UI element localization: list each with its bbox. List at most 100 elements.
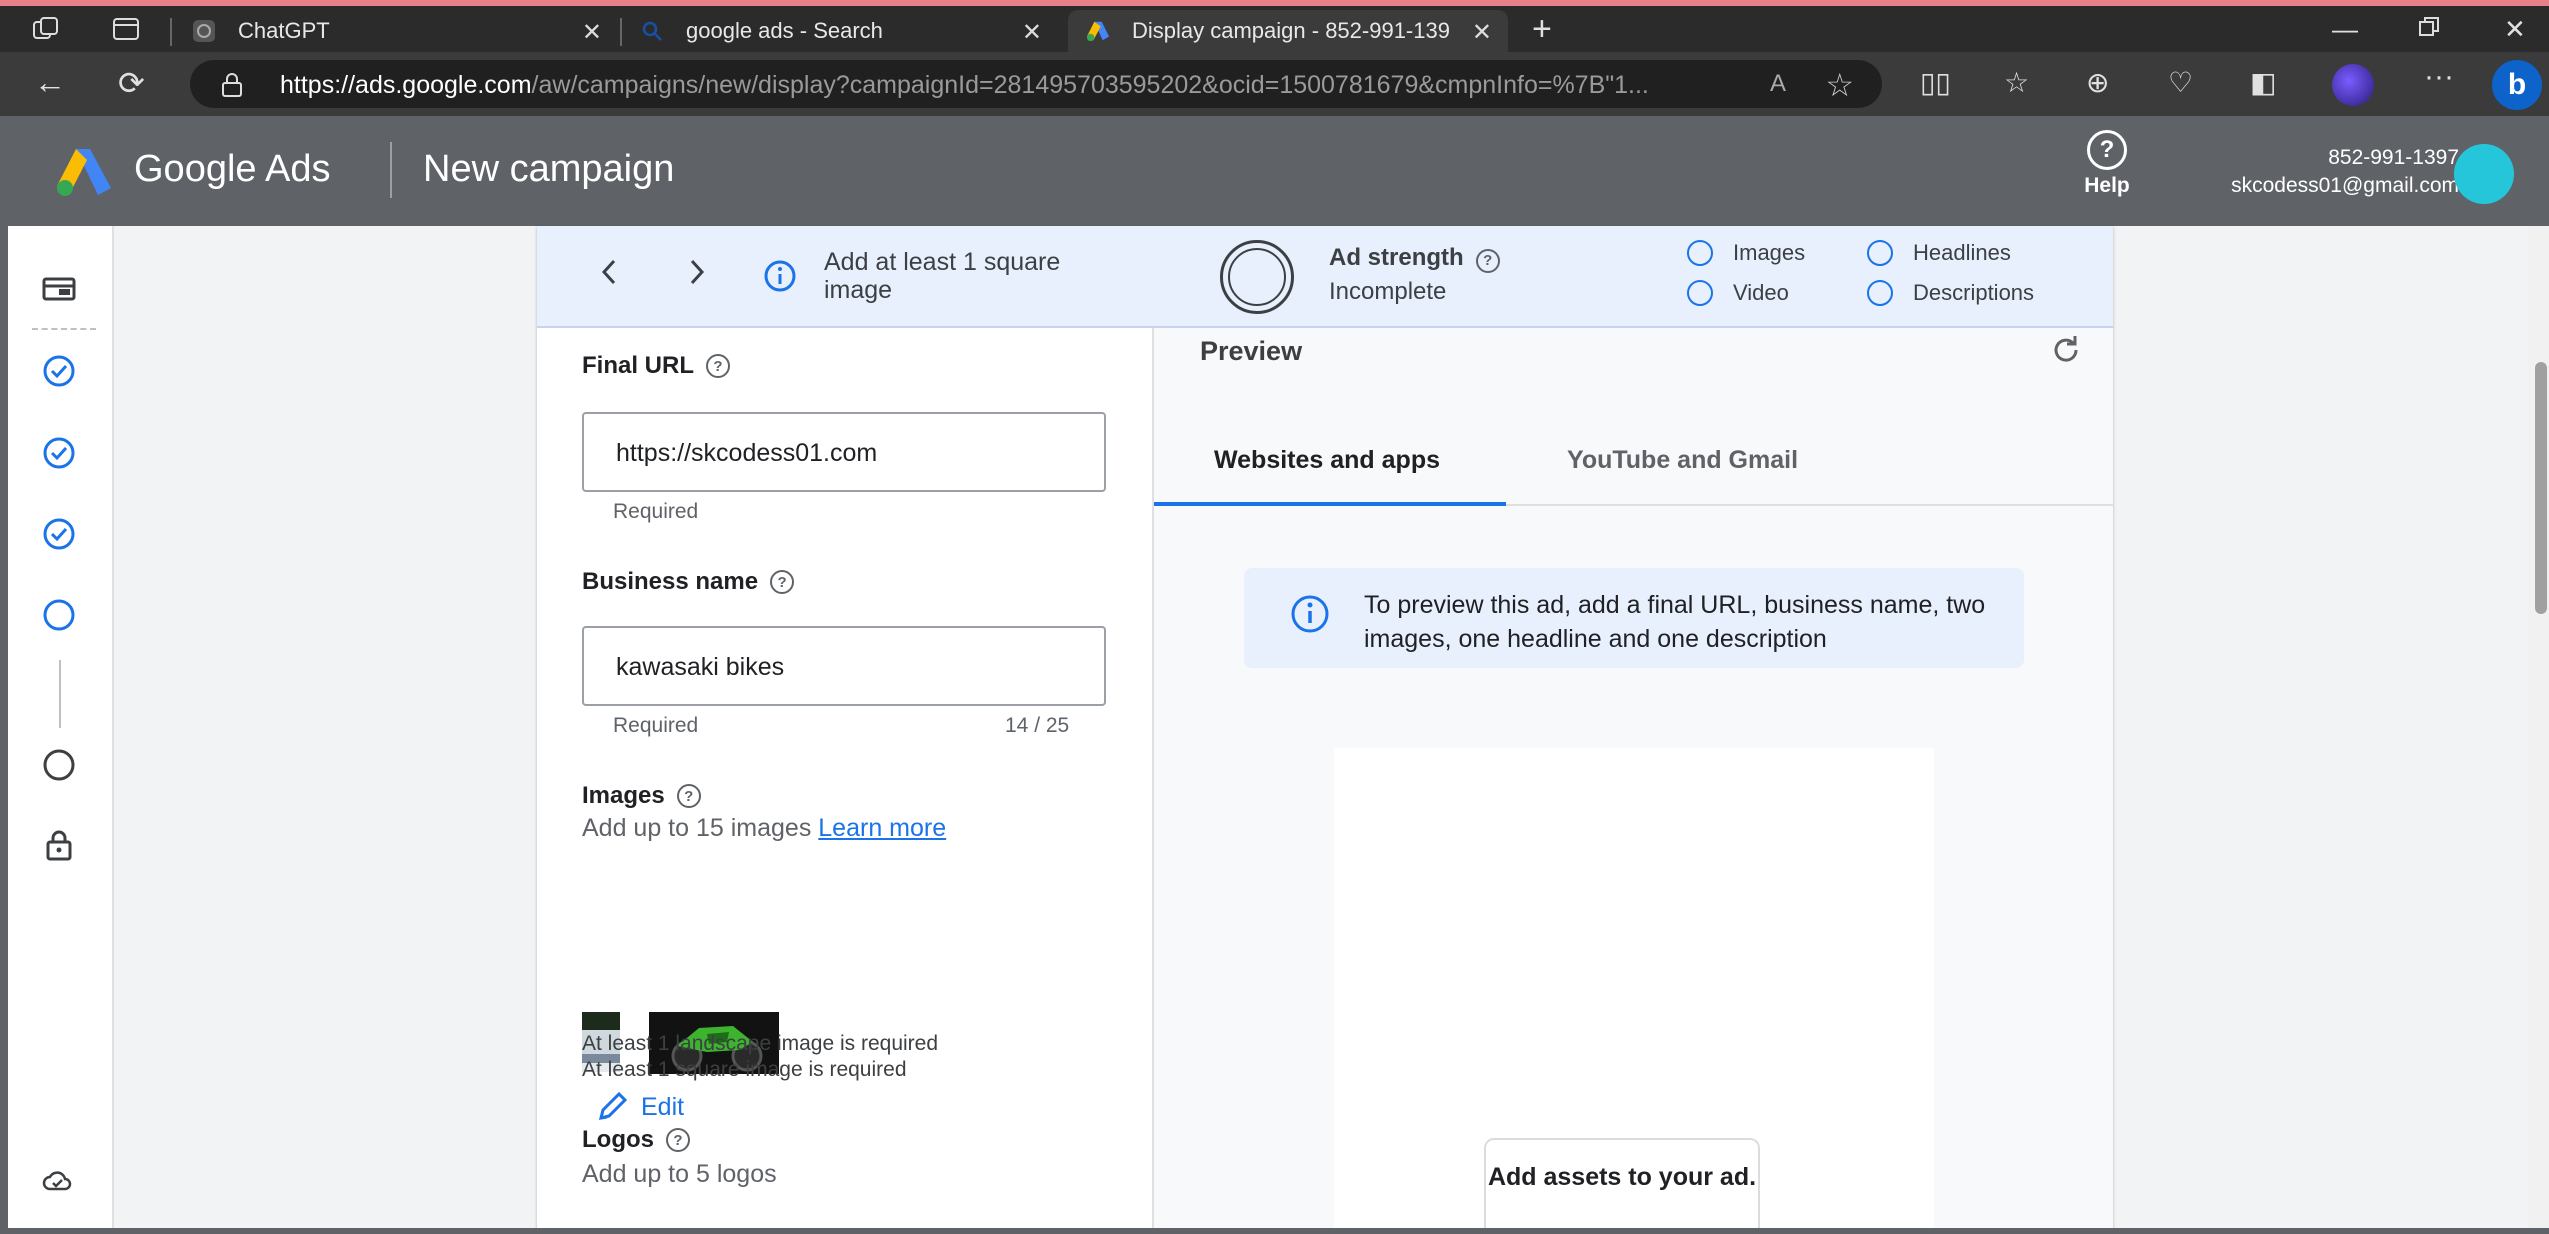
empty-circle-icon bbox=[1867, 280, 1893, 306]
tab-websites-and-apps[interactable]: Websites and apps bbox=[1214, 446, 1440, 475]
refresh-preview-icon[interactable] bbox=[2049, 332, 2083, 377]
url-path: /aw/campaigns/new/display?campaignId=281… bbox=[531, 71, 1649, 99]
image-requirement-note: At least 1 landscape image is required bbox=[582, 1032, 939, 1055]
ad-strength-title: Ad strength? bbox=[1329, 244, 1500, 273]
minimize-icon[interactable]: — bbox=[2332, 14, 2358, 45]
step-complete-icon[interactable] bbox=[42, 354, 76, 393]
ad-editor-card: Add at least 1 square image Ad strength?… bbox=[537, 226, 2113, 1234]
window-bottom-edge bbox=[0, 1228, 2549, 1234]
tab-display-campaign[interactable]: Display campaign - 852-991-139 ✕ bbox=[1068, 10, 1508, 52]
tab-youtube-and-gmail[interactable]: YouTube and Gmail bbox=[1567, 446, 1798, 475]
final-url-hint: Required bbox=[613, 500, 699, 523]
browser-essentials-icon[interactable]: ♡ bbox=[2168, 66, 2193, 99]
back-icon[interactable]: ← bbox=[34, 64, 66, 101]
ad-strength-label: Ad strength bbox=[1329, 244, 1464, 271]
account-info[interactable]: 852-991-1397 skcodess01@gmail.com bbox=[2231, 144, 2459, 200]
step-complete-icon[interactable] bbox=[42, 517, 76, 556]
checklist-images: Images bbox=[1687, 240, 1805, 266]
edit-images-button[interactable]: Edit bbox=[595, 1090, 684, 1124]
close-tab-icon[interactable]: ✕ bbox=[1472, 18, 1492, 47]
new-tab-icon[interactable]: + bbox=[1532, 10, 1552, 49]
help-tooltip-icon[interactable]: ? bbox=[666, 1128, 690, 1152]
favorite-star-icon[interactable]: ☆ bbox=[1825, 66, 1854, 104]
images-limit-text: Add up to 15 images bbox=[582, 814, 812, 842]
sidebar-toggle-icon[interactable]: ◧ bbox=[2250, 66, 2276, 99]
help-tooltip-icon[interactable]: ? bbox=[770, 570, 795, 594]
google-ads-header: Google Ads New campaign ? Help 852-991-1… bbox=[8, 116, 2549, 226]
scrollbar-thumb[interactable] bbox=[2535, 362, 2547, 614]
collections-icon[interactable]: ⊕ bbox=[2086, 66, 2109, 99]
account-email: skcodess01@gmail.com bbox=[2231, 174, 2459, 197]
close-tab-icon[interactable]: ✕ bbox=[582, 18, 602, 47]
campaign-overview-icon[interactable] bbox=[42, 276, 76, 307]
preview-info-text: To preview this ad, add a final URL, bus… bbox=[1364, 591, 1986, 653]
account-id: 852-991-1397 bbox=[2328, 146, 2459, 169]
empty-circle-icon bbox=[1687, 240, 1713, 266]
logos-label-text: Logos bbox=[582, 1126, 654, 1153]
business-name-input[interactable] bbox=[614, 628, 1088, 706]
images-subtext: Add up to 15 images Learn more bbox=[582, 814, 946, 843]
preview-info-banner: To preview this ad, add a final URL, bus… bbox=[1244, 568, 2024, 668]
checklist-video: Video bbox=[1687, 280, 1789, 306]
checklist-label: Descriptions bbox=[1913, 280, 2035, 305]
read-aloud-icon[interactable]: A bbox=[1770, 70, 1786, 98]
help-tooltip-icon[interactable]: ? bbox=[676, 784, 701, 808]
url-text[interactable]: https://ads.google.com/aw/campaigns/new/… bbox=[280, 71, 1700, 100]
final-url-field[interactable] bbox=[582, 412, 1106, 492]
browser-tab-bar: ChatGPT ✕ google ads - Search ✕ Display … bbox=[0, 6, 2549, 52]
profile-avatar[interactable] bbox=[2332, 64, 2374, 106]
help-button[interactable]: ? Help bbox=[2072, 130, 2142, 198]
tab-separator bbox=[170, 18, 172, 46]
learn-more-link[interactable]: Learn more bbox=[818, 814, 946, 842]
lock-icon[interactable] bbox=[220, 72, 244, 103]
prev-tip-button[interactable] bbox=[599, 254, 619, 297]
cloud-sync-icon[interactable] bbox=[42, 1170, 72, 1197]
info-icon bbox=[763, 259, 797, 298]
tab-separator bbox=[620, 18, 622, 46]
step-current-icon[interactable] bbox=[42, 598, 76, 637]
tab-chatgpt[interactable]: ChatGPT ✕ bbox=[178, 10, 618, 52]
final-url-input[interactable] bbox=[614, 414, 1088, 492]
close-tab-icon[interactable]: ✕ bbox=[1022, 18, 1042, 47]
workspaces-icon[interactable] bbox=[32, 16, 60, 48]
step-complete-icon[interactable] bbox=[42, 436, 76, 475]
character-counter: 14 / 25 bbox=[1005, 714, 1070, 737]
brand-name: Google Ads bbox=[134, 148, 331, 190]
close-window-icon[interactable]: ✕ bbox=[2504, 14, 2526, 45]
search-favicon-icon bbox=[640, 19, 664, 43]
account-avatar[interactable] bbox=[2454, 144, 2514, 204]
copilot-icon[interactable]: b bbox=[2492, 60, 2542, 110]
split-screen-icon[interactable]: ▯▯ bbox=[1920, 66, 1951, 99]
tab-title: ChatGPT bbox=[238, 18, 330, 43]
rail-divider bbox=[32, 328, 96, 330]
ad-strength-status: Incomplete bbox=[1329, 278, 1447, 305]
refresh-icon[interactable]: ⟳ bbox=[118, 64, 145, 102]
checklist-label: Headlines bbox=[1913, 240, 2011, 265]
favorites-icon[interactable]: ☆ bbox=[2004, 66, 2029, 99]
help-tooltip-icon[interactable]: ? bbox=[706, 354, 730, 378]
info-icon bbox=[1290, 594, 1330, 639]
tab-actions-icon[interactable] bbox=[112, 16, 140, 48]
ad-strength-bar: Add at least 1 square image Ad strength?… bbox=[537, 226, 2113, 328]
business-name-field[interactable] bbox=[582, 626, 1106, 706]
url-host: https://ads.google.com bbox=[280, 71, 532, 99]
tab-google-search[interactable]: google ads - Search ✕ bbox=[628, 10, 1058, 52]
step-pending-icon[interactable] bbox=[42, 748, 76, 787]
step-locked-icon[interactable] bbox=[42, 828, 76, 867]
business-name-hint: Required bbox=[613, 714, 699, 737]
restore-icon[interactable] bbox=[2418, 14, 2440, 45]
address-bar[interactable]: https://ads.google.com/aw/campaigns/new/… bbox=[190, 60, 1882, 108]
google-ads-logo-icon bbox=[57, 149, 111, 196]
pencil-icon bbox=[598, 1091, 628, 1121]
google-ads-favicon-icon bbox=[1086, 19, 1110, 43]
strength-tip: Add at least 1 square image bbox=[824, 248, 1061, 304]
checklist-headlines: Headlines bbox=[1867, 240, 2011, 266]
empty-circle-icon bbox=[1687, 280, 1713, 306]
more-options-icon[interactable]: ··· bbox=[2424, 60, 2454, 94]
add-assets-button[interactable]: Add assets to your ad. bbox=[1484, 1138, 1760, 1234]
next-tip-button[interactable] bbox=[687, 254, 707, 297]
chatgpt-favicon-icon bbox=[192, 19, 216, 43]
help-tooltip-icon[interactable]: ? bbox=[1475, 248, 1500, 273]
final-url-text: Final URL bbox=[582, 352, 694, 379]
final-url-label: Final URL? bbox=[582, 352, 730, 380]
